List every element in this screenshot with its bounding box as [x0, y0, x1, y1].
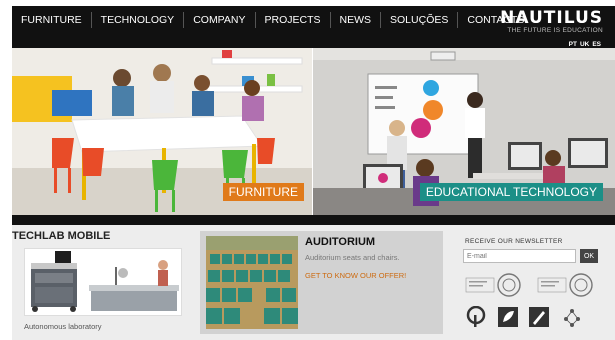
nav-news[interactable]: NEWS	[331, 6, 381, 34]
auditorium-seats-illustration	[206, 236, 298, 329]
hero-edu-tech-label[interactable]: EDUCATIONAL TECHNOLOGY	[419, 183, 603, 201]
site-header: FURNITURE TECHNOLOGY COMPANY PROJECTS NE…	[12, 6, 615, 48]
leaf-badge-icon	[498, 307, 518, 327]
auditorium-title[interactable]: AUDITORIUM	[305, 236, 375, 248]
pen-badge-icon	[529, 307, 549, 327]
techlab-title[interactable]: TECHLAB MOBILE	[12, 230, 110, 242]
nav-company[interactable]: COMPANY	[184, 6, 254, 34]
brand-name: NAUTILUS	[500, 8, 603, 28]
ecodesign-badge-icon	[466, 306, 486, 327]
lang-uk[interactable]: UK	[580, 41, 589, 48]
auditorium-promo[interactable]: AUDITORIUM Auditorium seats and chairs. …	[200, 231, 443, 334]
lang-es[interactable]: ES	[592, 41, 601, 48]
techlab-image[interactable]	[24, 248, 182, 316]
hero-furniture[interactable]: FURNITURE	[12, 48, 312, 215]
certification-badge-icon	[537, 273, 593, 297]
divider-band	[12, 215, 615, 225]
network-badge-icon	[564, 309, 580, 327]
newsletter-title: RECEIVE OUR NEWSLETTER	[465, 238, 563, 245]
auditorium-image[interactable]	[206, 236, 298, 329]
nav-projects[interactable]: PROJECTS	[256, 6, 330, 34]
techlab-caption: Autonomous laboratory	[24, 322, 102, 331]
lab-furniture-illustration	[25, 249, 181, 315]
newsletter-email-input[interactable]	[463, 249, 576, 263]
nav-solucoes[interactable]: SOLUÇÕES	[381, 6, 457, 34]
brand-tagline: THE FUTURE IS EDUCATION	[507, 27, 603, 34]
newsletter-submit-button[interactable]: OK	[580, 249, 598, 263]
hero-edu-tech[interactable]: EDUCATIONAL TECHNOLOGY	[313, 48, 615, 215]
brand-logo[interactable]: NAUTILUS THE FUTURE IS EDUCATION	[500, 8, 603, 34]
lang-pt[interactable]: PT	[569, 41, 577, 48]
language-switcher: PT UK ES	[569, 41, 601, 48]
nav-technology[interactable]: TECHNOLOGY	[92, 6, 184, 34]
auditorium-description: Auditorium seats and chairs.	[305, 253, 400, 262]
auditorium-offer-link[interactable]: GET TO KNOW OUR OFFER!	[305, 271, 406, 280]
certification-badge-icon	[465, 273, 521, 297]
nav-furniture[interactable]: FURNITURE	[12, 6, 91, 34]
hero-furniture-label[interactable]: FURNITURE	[222, 183, 304, 201]
main-nav: FURNITURE TECHNOLOGY COMPANY PROJECTS NE…	[12, 6, 533, 34]
